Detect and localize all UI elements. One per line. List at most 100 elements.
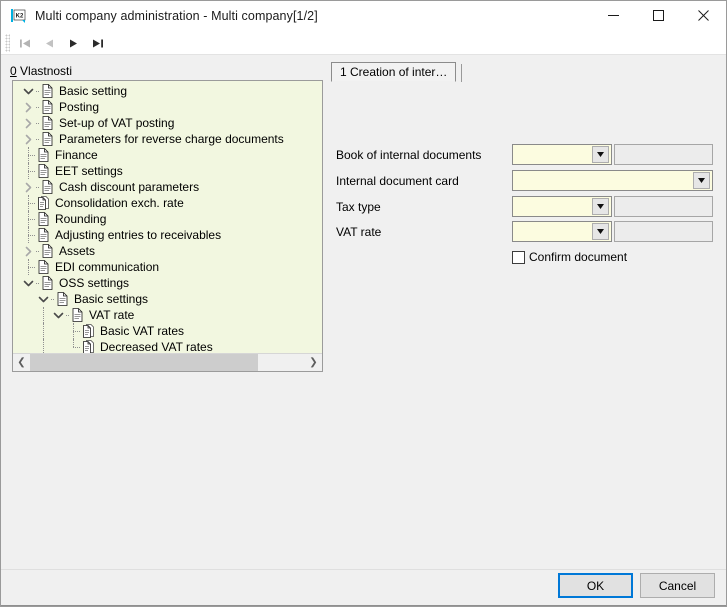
minimize-icon (608, 15, 619, 16)
tree-item[interactable]: Cash discount parameters (13, 179, 322, 195)
document-icon (36, 227, 51, 243)
title-bar: K2 Multi company administration - Multi … (1, 1, 726, 31)
tree-item[interactable]: VAT rate (13, 307, 322, 323)
record-navigation-toolbar (1, 31, 726, 55)
tree-item-label: Basic settings (74, 292, 149, 306)
tree-item[interactable]: Assets (13, 243, 322, 259)
tree-elbow (21, 227, 36, 243)
next-record-button[interactable] (61, 32, 85, 54)
first-record-icon (19, 39, 30, 47)
window-bottom-edge (1, 605, 726, 606)
toolbar-grip[interactable] (5, 34, 10, 52)
tree-expander-collapsed-icon[interactable] (21, 179, 36, 195)
tree-elbow (21, 163, 36, 179)
tree-elbow (51, 291, 55, 307)
tree-item-label: Consolidation exch. rate (55, 196, 184, 210)
scrollbar-thumb[interactable] (30, 354, 259, 371)
tree-expander-expanded-icon[interactable] (21, 275, 36, 291)
tree-item[interactable]: Finance (13, 147, 322, 163)
tree-item[interactable]: Basic settings (13, 291, 322, 307)
tree-expander-collapsed-icon[interactable] (21, 115, 36, 131)
field-code-value (615, 145, 712, 151)
tree-item-label: Parameters for reverse charge documents (59, 132, 284, 146)
tree-item-label: Set-up of VAT posting (59, 116, 175, 130)
confirm-document-row[interactable]: Confirm document (512, 249, 627, 265)
tree-item[interactable]: Consolidation exch. rate (13, 195, 322, 211)
field-code-4[interactable] (614, 221, 713, 242)
tree-item[interactable]: Rounding (13, 211, 322, 227)
cancel-button[interactable]: Cancel (640, 573, 715, 598)
document-icon (55, 291, 70, 307)
tree-elbow (36, 179, 40, 195)
maximize-button[interactable] (636, 1, 681, 30)
tree-elbow (21, 211, 36, 227)
previous-record-icon (45, 39, 53, 47)
tree-elbow (36, 243, 40, 259)
previous-record-button[interactable] (37, 32, 61, 54)
tree-guide-line (36, 339, 51, 354)
field-combo-1[interactable] (512, 144, 612, 165)
tree-item[interactable]: Adjusting entries to receivables (13, 227, 322, 243)
tree-item[interactable]: Basic setting (13, 83, 322, 99)
tree-elbow (36, 83, 40, 99)
document-icon (40, 275, 55, 291)
field-code-1[interactable] (614, 144, 713, 165)
document-icon (40, 115, 55, 131)
tree-expander-collapsed-icon[interactable] (21, 243, 36, 259)
tab-creation-of-internal-document[interactable]: 1 Creation of inter… (331, 62, 457, 82)
properties-tree[interactable]: Basic setting Posting Set-up of VAT postin… (13, 83, 322, 354)
tree-elbow (36, 131, 40, 147)
close-button[interactable] (681, 1, 726, 30)
tree-expander-collapsed-icon[interactable] (21, 131, 36, 147)
tree-item-label: Finance (55, 148, 98, 162)
tree-expander-expanded-icon[interactable] (51, 307, 66, 323)
ok-button[interactable]: OK (558, 573, 633, 598)
tree-item-label: Basic setting (59, 84, 128, 98)
confirm-document-checkbox[interactable] (512, 250, 525, 264)
scroll-right-button[interactable]: ❯ (305, 354, 322, 371)
chevron-down-icon[interactable] (693, 172, 710, 189)
chevron-down-icon[interactable] (592, 223, 609, 240)
document-icon (40, 243, 55, 259)
window-controls (591, 1, 726, 30)
tree-expander-collapsed-icon[interactable] (21, 99, 36, 115)
chevron-down-icon[interactable] (592, 146, 609, 163)
tree-item[interactable]: Set-up of VAT posting (13, 115, 322, 131)
field-label: Book of internal documents (336, 148, 482, 162)
tree-horizontal-scrollbar[interactable]: ❮ ❯ (13, 353, 322, 371)
tree-item[interactable]: EET settings (13, 163, 322, 179)
document-icon (40, 179, 55, 195)
first-record-button[interactable] (13, 32, 37, 54)
properties-tree-panel: Basic setting Posting Set-up of VAT postin… (12, 80, 323, 372)
tree-caption: 0 Vlastnosti (10, 64, 72, 78)
tab-divider (461, 64, 462, 82)
tree-expander-expanded-icon[interactable] (36, 291, 51, 307)
tree-item[interactable]: Basic VAT rates (13, 323, 322, 339)
document-icon (36, 147, 51, 163)
tree-item[interactable]: Posting (13, 99, 322, 115)
svg-text:K2: K2 (16, 14, 24, 20)
tree-item-label: Assets (59, 244, 96, 258)
tree-item-label: EET settings (55, 164, 123, 178)
minimize-button[interactable] (591, 1, 636, 30)
field-combo-3[interactable] (512, 196, 612, 217)
multi-document-icon (36, 195, 51, 211)
field-combo-4[interactable] (512, 221, 612, 242)
field-label: Tax type (336, 200, 381, 214)
tree-item[interactable]: OSS settings (13, 275, 322, 291)
field-code-3[interactable] (614, 196, 713, 217)
tree-item-label: VAT rate (89, 308, 135, 322)
tree-expander-expanded-icon[interactable] (21, 83, 36, 99)
dialog-buttons: OK Cancel (558, 573, 715, 598)
last-record-button[interactable] (85, 32, 109, 54)
tree-guide-line (36, 323, 51, 339)
tree-elbow (21, 259, 36, 275)
scroll-left-button[interactable]: ❮ (13, 354, 30, 371)
scrollbar-track[interactable] (30, 354, 305, 371)
tree-item[interactable]: EDI communication (13, 259, 322, 275)
dialog-content: 0 Vlastnosti Basic setting Posting Set-up … (1, 55, 726, 606)
field-combo-2[interactable] (512, 170, 713, 191)
chevron-down-icon[interactable] (592, 198, 609, 215)
tree-item[interactable]: Decreased VAT rates (13, 339, 322, 354)
tree-item[interactable]: Parameters for reverse charge documents (13, 131, 322, 147)
